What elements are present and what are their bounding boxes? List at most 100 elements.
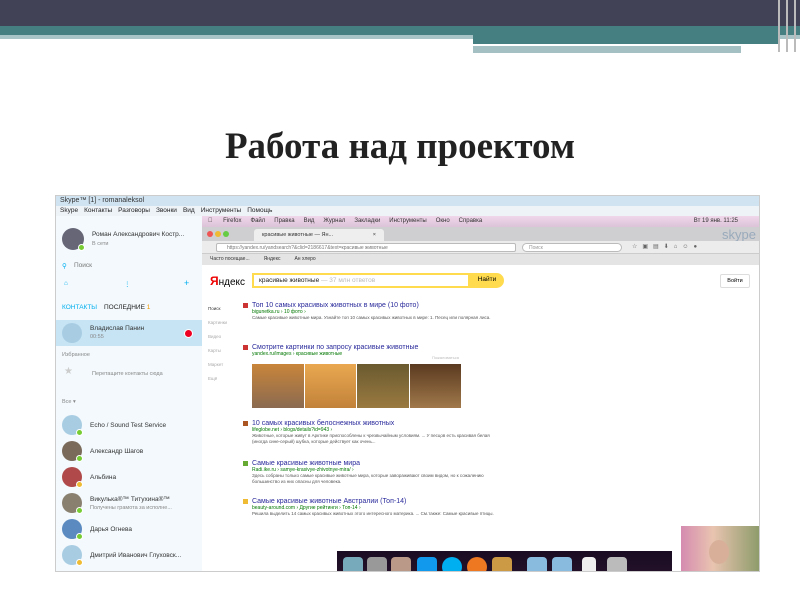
profile-status[interactable]: В сети	[92, 241, 108, 247]
contact-item[interactable]: Викулька®™ Титухина®™ Получены грамота з…	[56, 490, 202, 516]
bookmark-yandex[interactable]: Яндекс	[264, 256, 281, 262]
star-icon: ★	[64, 366, 73, 377]
teamviewer-icon[interactable]	[417, 557, 437, 571]
yandex-search-button[interactable]: Найти	[470, 273, 504, 288]
result-title-link[interactable]: Топ 10 самых красивых животных в мире (1…	[252, 302, 502, 309]
side-more[interactable]: Ещё	[208, 376, 217, 381]
favicon-icon	[243, 461, 248, 466]
bookmarks-bar: Часто посещае... Яндекс Ан хлеро	[202, 254, 759, 265]
logo-letter: Я	[210, 274, 219, 288]
skype-logo: skype	[722, 227, 756, 242]
result-title-link[interactable]: 10 самых красивых белоснежных животных	[252, 420, 502, 427]
webcam-video	[681, 526, 759, 571]
favicon-icon	[243, 345, 248, 350]
contact-item[interactable]: Echo / Sound Test Service	[56, 412, 202, 438]
menu-firefox[interactable]: Firefox	[223, 218, 241, 224]
all-contacts-filter[interactable]: Все ▾	[62, 399, 76, 405]
side-maps[interactable]: Карты	[208, 348, 221, 353]
menu-skype[interactable]: Skype	[60, 207, 78, 214]
menu-calls[interactable]: Звонки	[156, 207, 177, 214]
side-video[interactable]: Видео	[208, 334, 221, 339]
menu-help[interactable]: Помощь	[247, 207, 272, 214]
search-result: Смотрите картинки по запросу красивые жи…	[243, 344, 502, 357]
finder-icon[interactable]	[343, 557, 363, 571]
image-results[interactable]	[252, 364, 462, 408]
side-images[interactable]: Картинки	[208, 320, 227, 325]
toolbar-icons[interactable]: ☆▣▤⬇⌂☺●	[632, 243, 702, 250]
documents-folder-icon[interactable]	[552, 557, 572, 571]
firefox-icon[interactable]	[467, 557, 487, 571]
logo-rest: ндекс	[218, 277, 246, 288]
search-icon: ⚲	[62, 263, 67, 270]
images-feedback-link[interactable]: Пожаловаться	[432, 355, 459, 360]
dialpad-icon[interactable]: ⋮	[124, 280, 131, 288]
contact-item[interactable]: Дарья Огнева	[56, 516, 202, 542]
applications-folder-icon[interactable]	[527, 557, 547, 571]
contact-item[interactable]: Дмитрий Иванович Глуховск...	[56, 542, 202, 568]
url-bar[interactable]: https://yandex.ru/yandsearch?&clid=21866…	[216, 243, 516, 252]
bookmark-other[interactable]: Ан хлеро	[294, 256, 315, 262]
result-snippet: Самые красивые животные мира. Узнайте то…	[252, 315, 491, 320]
side-search[interactable]: Поиск	[208, 306, 220, 311]
favorites-hint: Перетащите контакты сюда	[92, 371, 163, 377]
tab-strip: красивые животные — Ян... × skype	[202, 227, 759, 242]
result-title-link[interactable]: Самые красивые животные мира	[252, 460, 502, 467]
image-thumb[interactable]	[304, 364, 356, 408]
iphoto-icon[interactable]	[492, 557, 512, 571]
result-url[interactable]: yandex.ru/images › красивые животные	[252, 351, 502, 357]
favicon-icon	[243, 421, 248, 426]
menu-edit[interactable]: Правка	[274, 218, 294, 224]
close-window-icon[interactable]	[207, 231, 213, 237]
browser-search-input[interactable]: Поиск	[522, 243, 622, 252]
menu-tools[interactable]: Инструменты	[389, 218, 426, 224]
search-input[interactable]: Поиск	[74, 262, 92, 269]
home-icon[interactable]: ⌂	[64, 280, 68, 287]
yandex-search-input[interactable]: красивые животные — 37 млн ответов	[252, 273, 470, 288]
side-market[interactable]: Маркет	[208, 362, 223, 367]
login-button[interactable]: Войти	[720, 274, 750, 288]
image-thumb[interactable]	[252, 364, 304, 408]
result-title-link[interactable]: Смотрите картинки по запросу красивые жи…	[252, 344, 502, 351]
menu-file[interactable]: Файл	[251, 218, 266, 224]
hangup-icon[interactable]	[184, 329, 193, 338]
active-call-item[interactable]: Владислав Панин 00:55	[56, 320, 202, 346]
mac-dock	[337, 551, 672, 571]
zoom-window-icon[interactable]	[223, 231, 229, 237]
menu-history[interactable]: Журнал	[323, 218, 345, 224]
mac-menu-bar:  Firefox Файл Правка Вид Журнал Закладки Инст…	[202, 216, 759, 227]
image-thumb[interactable]	[409, 364, 461, 408]
minimize-window-icon[interactable]	[215, 231, 221, 237]
browser-tab[interactable]: красивые животные — Ян... ×	[254, 229, 384, 241]
menu-conversations[interactable]: Разговоры	[118, 207, 150, 214]
menu-window[interactable]: Окно	[436, 218, 450, 224]
contact-item[interactable]: Альбина	[56, 464, 202, 490]
yandex-logo[interactable]: Яндекс	[210, 274, 245, 288]
result-title-link[interactable]: Самые красивые животные Австралии (Топ-1…	[252, 498, 502, 505]
result-snippet: Решила выделить 14 самых красивых животн…	[252, 511, 494, 516]
menu-bookmarks[interactable]: Закладки	[354, 218, 380, 224]
app-icon[interactable]	[391, 557, 411, 571]
tab-contacts[interactable]: КОНТАКТЫ	[62, 304, 97, 311]
add-contact-icon[interactable]: +	[184, 278, 189, 288]
menu-help[interactable]: Справка	[459, 218, 483, 224]
image-thumb[interactable]	[357, 364, 409, 408]
apple-icon[interactable]: 	[208, 218, 213, 224]
menu-tools[interactable]: Инструменты	[201, 207, 242, 214]
file-icon[interactable]	[582, 557, 596, 571]
close-tab-icon[interactable]: ×	[373, 232, 376, 238]
slide-accent-step	[473, 35, 780, 44]
bookmark-most-visited[interactable]: Часто посещае...	[210, 256, 250, 262]
search-result: Самые красивые животные Австралии (Топ-1…	[243, 498, 502, 517]
favicon-icon	[243, 499, 248, 504]
menu-view[interactable]: Вид	[304, 218, 315, 224]
menu-contacts[interactable]: Контакты	[84, 207, 112, 214]
system-preferences-icon[interactable]	[367, 557, 387, 571]
skype-title-bar: Skype™ [1] - romanaleksol	[56, 196, 759, 206]
skype-icon[interactable]	[442, 557, 462, 571]
trash-icon[interactable]	[607, 557, 627, 571]
slide-deco-line	[794, 0, 796, 52]
tab-recent[interactable]: ПОСЛЕДНИЕ 1	[104, 304, 150, 311]
contact-item[interactable]: Александр Шагов	[56, 438, 202, 464]
menu-view[interactable]: Вид	[183, 207, 195, 214]
skype-sidebar: Роман Александрович Костр... В сети ⚲ По…	[56, 216, 202, 571]
